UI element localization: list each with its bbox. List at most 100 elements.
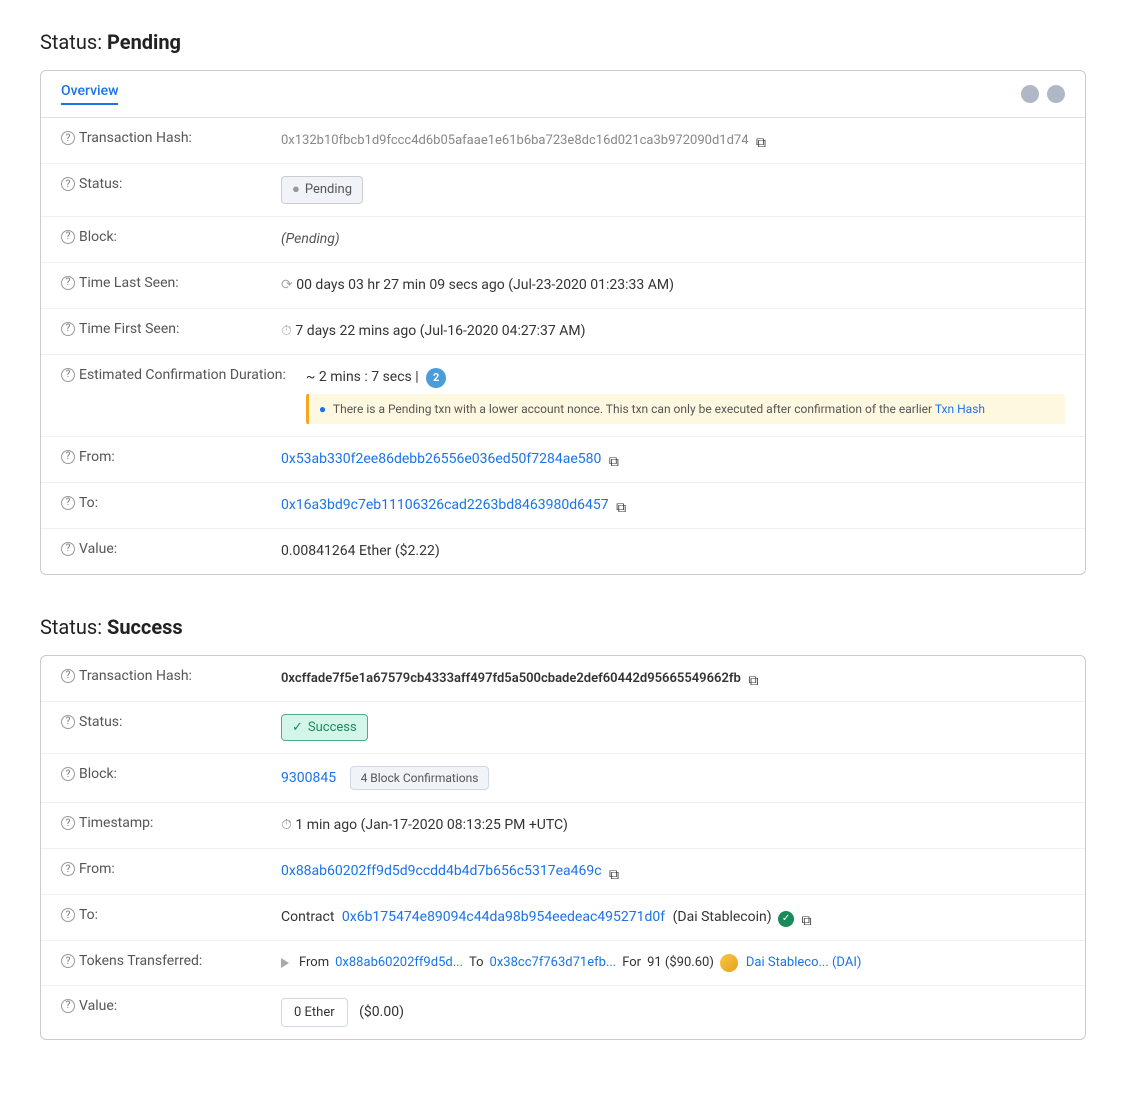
success-from-row: ? From: 0x88ab60202ff9d5d9ccdd4b4d7b656c… — [41, 849, 1085, 895]
help-icon[interactable]: ? — [61, 496, 75, 510]
success-timestamp-label: ? Timestamp: — [61, 815, 261, 831]
status-pending-badge: ● Pending — [281, 176, 363, 204]
pending-status-row: ? Status: ● Pending — [41, 164, 1085, 217]
pending-time-first-row: ? Time First Seen: ⏱ 7 days 22 mins ago … — [41, 309, 1085, 355]
help-icon[interactable]: ? — [61, 816, 75, 830]
success-status-row: ? Status: ✓ Success — [41, 702, 1085, 755]
help-icon[interactable]: ? — [61, 862, 75, 876]
help-icon[interactable]: ? — [61, 368, 75, 382]
info-badge: 2 — [426, 368, 446, 388]
copy-icon[interactable]: ⧉ — [748, 671, 762, 685]
success-from-value: 0x88ab60202ff9d5d9ccdd4b4d7b656c5317ea46… — [281, 861, 1065, 882]
help-icon[interactable]: ? — [61, 669, 75, 683]
success-timestamp-value: ⏱ 1 min ago (Jan-17-2020 08:13:25 PM +UT… — [281, 815, 1065, 836]
pending-time-last-label: ? Time Last Seen: — [61, 275, 261, 291]
pending-value-value: 0.00841264 Ether ($2.22) — [281, 541, 1065, 562]
pending-card: Overview ? Transaction Hash: 0x132b10fbc… — [40, 70, 1086, 575]
pending-to-link[interactable]: 0x16a3bd9c7eb11106326cad2263bd8463980d64… — [281, 497, 609, 513]
txn-hash-link[interactable]: Txn Hash — [935, 402, 985, 416]
pending-estimated-label: ? Estimated Confirmation Duration: — [61, 367, 286, 383]
success-timestamp-row: ? Timestamp: ⏱ 1 min ago (Jan-17-2020 08… — [41, 803, 1085, 849]
pending-block-row: ? Block: (Pending) — [41, 217, 1085, 263]
contract-verified-icon: ✓ — [778, 911, 794, 927]
value-box: 0 Ether — [281, 998, 348, 1028]
help-icon[interactable]: ? — [61, 450, 75, 464]
copy-icon[interactable]: ⧉ — [802, 911, 816, 925]
pending-time-first-value: ⏱ 7 days 22 mins ago (Jul-16-2020 04:27:… — [281, 321, 1065, 342]
info-dot: ● — [319, 402, 326, 416]
copy-icon[interactable]: ⧉ — [756, 133, 770, 147]
success-from-label: ? From: — [61, 861, 261, 877]
success-tokens-row: ? Tokens Transferred: From 0x88ab60202ff… — [41, 941, 1085, 986]
success-block-label: ? Block: — [61, 766, 261, 782]
pending-section-title: Status: Pending — [40, 30, 1086, 54]
pending-tx-hash-label: ? Transaction Hash: — [61, 130, 261, 146]
help-icon[interactable]: ? — [61, 322, 75, 336]
success-card: ? Transaction Hash: 0xcffade7f5e1a67579c… — [40, 655, 1086, 1041]
pending-value-label: ? Value: — [61, 541, 261, 557]
success-tx-hash-label: ? Transaction Hash: — [61, 668, 261, 684]
success-to-contract-link[interactable]: 0x6b175474e89094c44da98b954eedeac495271d… — [342, 909, 665, 925]
success-block-row: ? Block: 9300845 4 Block Confirmations — [41, 754, 1085, 803]
copy-icon[interactable]: ⧉ — [609, 865, 623, 879]
pending-block-label: ? Block: — [61, 229, 261, 245]
pending-from-row: ? From: 0x53ab330f2ee86debb26556e036ed50… — [41, 437, 1085, 483]
tokens-from-link[interactable]: 0x88ab60202ff9d5d... — [335, 953, 463, 973]
control-circle-2 — [1047, 85, 1065, 103]
dai-token-link[interactable]: Dai Stableco... (DAI) — [746, 953, 862, 973]
success-tokens-value: From 0x88ab60202ff9d5d... To 0x38cc7f763… — [281, 953, 1065, 973]
card-controls — [1021, 85, 1065, 103]
help-icon[interactable]: ? — [61, 230, 75, 244]
copy-icon[interactable]: ⧉ — [616, 498, 630, 512]
success-status-label: ? Status: — [61, 714, 261, 730]
success-block-value: 9300845 4 Block Confirmations — [281, 766, 1065, 790]
triangle-icon — [281, 958, 289, 968]
pending-to-label: ? To: — [61, 495, 261, 511]
help-icon[interactable]: ? — [61, 999, 75, 1013]
pending-dot: ● — [292, 180, 300, 200]
success-to-value: Contract 0x6b175474e89094c44da98b954eede… — [281, 907, 1065, 928]
pending-status-label: ? Status: — [61, 176, 261, 192]
help-icon[interactable]: ? — [61, 767, 75, 781]
card-header: Overview — [41, 71, 1085, 118]
tokens-to-link[interactable]: 0x38cc7f763d71efb... — [490, 953, 617, 973]
dai-token-icon — [720, 954, 738, 972]
success-status-value: ✓ Success — [281, 714, 1065, 742]
success-section-title: Status: Success — [40, 615, 1086, 639]
pending-status-value: ● Pending — [281, 176, 1065, 204]
help-icon[interactable]: ? — [61, 276, 75, 290]
control-circle-1 — [1021, 85, 1039, 103]
success-tokens-label: ? Tokens Transferred: — [61, 953, 261, 969]
success-check-icon: ✓ — [292, 718, 303, 738]
success-tx-hash-value: 0xcffade7f5e1a67579cb4333aff497fd5a500cb… — [281, 668, 1065, 689]
success-from-link[interactable]: 0x88ab60202ff9d5d9ccdd4b4d7b656c5317ea46… — [281, 863, 602, 879]
pending-to-row: ? To: 0x16a3bd9c7eb11106326cad2263bd8463… — [41, 483, 1085, 529]
success-value-value: 0 Ether ($0.00) — [281, 998, 1065, 1028]
status-success-badge: ✓ Success — [281, 714, 368, 742]
help-icon[interactable]: ? — [61, 131, 75, 145]
pending-estimated-row: ? Estimated Confirmation Duration: ~ 2 m… — [41, 355, 1085, 437]
help-icon[interactable]: ? — [61, 542, 75, 556]
overview-tab[interactable]: Overview — [61, 83, 118, 105]
pending-block-value: (Pending) — [281, 229, 1065, 250]
pending-tx-hash-value: 0x132b10fbcb1d9fccc4d6b05afaae1e61b6ba72… — [281, 130, 1065, 151]
help-icon[interactable]: ? — [61, 954, 75, 968]
pending-from-link[interactable]: 0x53ab330f2ee86debb26556e036ed50f7284ae5… — [281, 451, 601, 467]
block-number-link[interactable]: 9300845 — [281, 770, 336, 786]
block-confirmations-badge: 4 Block Confirmations — [350, 766, 490, 790]
pending-time-last-row: ? Time Last Seen: ⟳ 00 days 03 hr 27 min… — [41, 263, 1085, 309]
success-to-row: ? To: Contract 0x6b175474e89094c44da98b9… — [41, 895, 1085, 941]
help-icon[interactable]: ? — [61, 715, 75, 729]
pending-estimated-value: ~ 2 mins : 7 secs | 2 ● There is a Pendi… — [306, 367, 1065, 424]
help-icon[interactable]: ? — [61, 908, 75, 922]
success-to-label: ? To: — [61, 907, 261, 923]
warning-message: ● There is a Pending txn with a lower ac… — [306, 394, 1065, 424]
pending-value-row: ? Value: 0.00841264 Ether ($2.22) — [41, 529, 1085, 574]
success-value-label: ? Value: — [61, 998, 261, 1014]
pending-time-first-label: ? Time First Seen: — [61, 321, 261, 337]
copy-icon[interactable]: ⧉ — [609, 452, 623, 466]
pending-from-label: ? From: — [61, 449, 261, 465]
help-icon[interactable]: ? — [61, 177, 75, 191]
pending-from-value: 0x53ab330f2ee86debb26556e036ed50f7284ae5… — [281, 449, 1065, 470]
pending-tx-hash-row: ? Transaction Hash: 0x132b10fbcb1d9fccc4… — [41, 118, 1085, 164]
